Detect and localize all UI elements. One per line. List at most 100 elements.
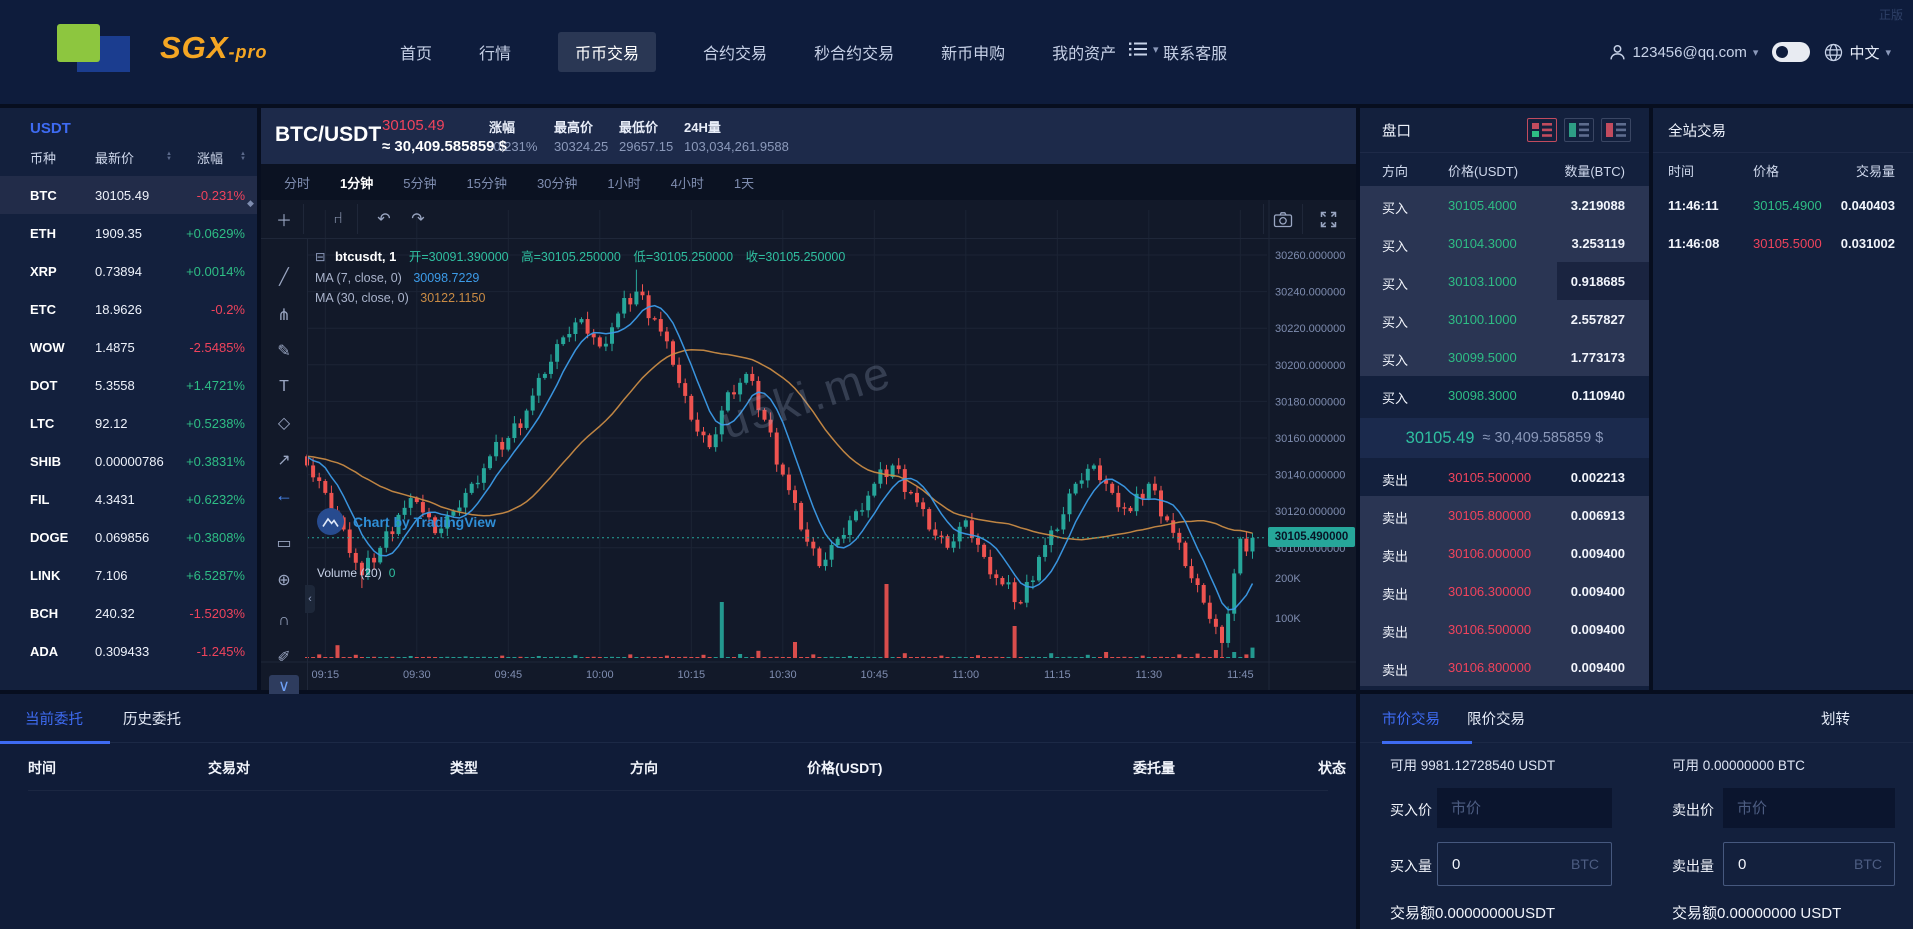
watchlist-row-doge[interactable]: DOGE 0.069856 +0.3808% — [0, 518, 257, 556]
sidebar-collapse-icon[interactable]: ◆ — [247, 198, 254, 209]
interval-time-share[interactable]: 分时 — [284, 173, 310, 192]
orderbook-bid-row[interactable]: 买入 30100.1000 2.557827 — [1360, 300, 1649, 338]
view-both-icon[interactable] — [1527, 118, 1557, 142]
tradingview-credit[interactable]: Chart by TradingView — [317, 508, 496, 535]
stat-label: 涨幅 — [489, 120, 516, 135]
watchlist-row-fil[interactable]: FIL 4.3431 +0.6232% — [0, 480, 257, 518]
orderbook-bid-row[interactable]: 买入 30099.5000 1.773173 — [1360, 338, 1649, 376]
nav-item-home[interactable]: 首页 — [400, 32, 432, 72]
orderbook-bid-row[interactable]: 买入 30104.3000 3.253119 — [1360, 224, 1649, 262]
side-label: 买入 — [1382, 201, 1409, 216]
legend-collapse-icon[interactable]: ⊟ — [315, 250, 325, 264]
watchlist-row-bch[interactable]: BCH 240.32 -1.5203% — [0, 594, 257, 632]
tab-current-orders[interactable]: 当前委托 — [25, 708, 83, 729]
side-label: 卖出 — [1382, 511, 1409, 526]
watchlist-row-etc[interactable]: ETC 18.9626 -0.2% — [0, 290, 257, 328]
sort-price-icon[interactable]: ▲ ▼ — [166, 151, 172, 162]
watchlist-row-eth[interactable]: ETH 1909.35 +0.0629% — [0, 214, 257, 252]
chart-container[interactable]: 09:15 09:30 09:45 10:00 10:15 10:30 10:45 11:00… — [261, 200, 1356, 697]
nav-item-spot[interactable]: 币币交易 — [558, 32, 657, 72]
orderbook-bid-row[interactable]: 买入 30098.3000 0.110940 — [1360, 376, 1649, 414]
language-selector[interactable]: 中文 ▾ — [1824, 42, 1891, 63]
svg-text:10:30: 10:30 — [769, 669, 797, 681]
svg-text:30260.000000: 30260.000000 — [1275, 250, 1345, 262]
orderbook-bid-row[interactable]: 买入 30103.1000 0.918685 — [1360, 262, 1649, 300]
ruler-icon[interactable]: ▭ — [261, 528, 307, 558]
watchlist-row-wow[interactable]: WOW 1.4875 -2.5485% — [0, 328, 257, 366]
nav-item-markets[interactable]: 行情 — [479, 32, 511, 72]
interval-15m[interactable]: 15分钟 — [466, 173, 506, 192]
svg-text:30140.000000: 30140.000000 — [1275, 470, 1345, 482]
watchlist-row-xrp[interactable]: XRP 0.73894 +0.0014% — [0, 252, 257, 290]
crosshair-icon[interactable]: ＋ — [265, 204, 304, 234]
stat-label: 24H量 — [684, 120, 721, 135]
interval-1h[interactable]: 1小时 — [607, 173, 640, 192]
view-asks-icon[interactable] — [1601, 118, 1631, 142]
brand-logo[interactable]: SGX-pro — [57, 24, 347, 80]
redo-icon[interactable]: ↷ — [399, 204, 437, 234]
screenshot-icon[interactable] — [1263, 204, 1303, 234]
pane-collapse-handle[interactable]: ‹ — [305, 585, 315, 613]
transfer-link[interactable]: 划转 — [1821, 708, 1850, 729]
order-qty: 0.918685 — [1570, 274, 1625, 289]
theme-toggle[interactable] — [1772, 42, 1811, 62]
side-label: 买入 — [1382, 391, 1409, 406]
nav-item-new-coin[interactable]: 新币申购 — [941, 32, 1005, 72]
undo-icon[interactable]: ↶ — [365, 204, 403, 234]
text-tool-icon[interactable]: T — [261, 372, 307, 402]
coin-change: -1.5203% — [189, 606, 245, 621]
brush-icon[interactable]: ✎ — [261, 336, 307, 366]
buy-price-label: 买入价 — [1390, 802, 1432, 818]
forecast-icon[interactable]: ↗ — [261, 445, 307, 475]
draw-lock-icon[interactable]: ✐ — [261, 642, 307, 672]
nav-item-contracts[interactable]: 合约交易 — [703, 32, 767, 72]
interval-1d[interactable]: 1天 — [734, 173, 754, 192]
orderbook-ask-row[interactable]: 卖出 30105.800000 0.006913 — [1360, 496, 1649, 534]
watchlist-row-ada[interactable]: ADA 0.309433 -1.245% — [0, 632, 257, 670]
sort-change-icon[interactable]: ▲ ▼ — [240, 151, 246, 162]
orderbook-ask-row[interactable]: 卖出 30106.500000 0.009400 — [1360, 610, 1649, 648]
tab-market-trade[interactable]: 市价交易 — [1382, 708, 1440, 729]
fullscreen-icon[interactable] — [1309, 204, 1347, 234]
coin-price: 7.106 — [95, 568, 128, 583]
tab-history-orders[interactable]: 历史委托 — [123, 708, 181, 729]
back-arrow-icon[interactable]: ← — [261, 480, 307, 510]
pitchfork-icon[interactable]: ⋔ — [261, 300, 307, 330]
coin-change: +0.3808% — [186, 530, 245, 545]
orderbook-ask-row[interactable]: 卖出 30105.500000 0.002213 — [1360, 458, 1649, 496]
view-bids-icon[interactable] — [1564, 118, 1594, 142]
watchlist-row-shib[interactable]: SHIB 0.00000786 +0.3831% — [0, 442, 257, 480]
orderbook-ask-row[interactable]: 卖出 30106.300000 0.009400 — [1360, 572, 1649, 610]
orders-col-3: 方向 — [630, 760, 658, 776]
interval-5m[interactable]: 5分钟 — [403, 173, 436, 192]
shapes-icon[interactable]: ◇ — [261, 408, 307, 438]
orderbook-ask-row[interactable]: 卖出 30106.800000 0.009400 — [1360, 648, 1649, 686]
account-menu[interactable]: 123456@qq.com ▾ — [1609, 44, 1758, 61]
legend-symbol: btcusdt, 1 — [334, 249, 397, 264]
interval-4h[interactable]: 4小时 — [671, 173, 704, 192]
more-menu-button[interactable]: ▾ — [1128, 41, 1159, 57]
watchlist-row-dot[interactable]: DOT 5.3558 +1.4721% — [0, 366, 257, 404]
sell-price-input[interactable] — [1723, 788, 1895, 828]
nav-item-second-contracts[interactable]: 秒合约交易 — [814, 32, 894, 72]
buy-price-input[interactable] — [1437, 788, 1612, 828]
order-price: 30106.000000 — [1448, 546, 1532, 561]
orderbook-ask-row[interactable]: 卖出 30106.000000 0.009400 — [1360, 534, 1649, 572]
nav-item-support[interactable]: 联系客服 — [1163, 32, 1227, 72]
watchlist-row-ltc[interactable]: LTC 92.12 +0.5238% — [0, 404, 257, 442]
trend-line-icon[interactable]: ╱ — [261, 262, 307, 292]
trades-title: 全站交易 — [1668, 124, 1726, 140]
watchlist-row-link[interactable]: LINK 7.106 +6.5287% — [0, 556, 257, 594]
nav-item-assets[interactable]: 我的资产 — [1052, 32, 1116, 72]
candle-style-icon[interactable]: ⑁ — [319, 204, 358, 234]
quote-tab-usdt[interactable]: USDT — [30, 120, 71, 137]
zoom-in-icon[interactable]: ⊕ — [261, 565, 307, 595]
trading-app: 正版 SGX-pro 首页 行情 币币交易 合约交易 秒合约交易 新币申购 我的资产 联系客服… — [0, 0, 1913, 929]
interval-30m[interactable]: 30分钟 — [537, 173, 577, 192]
watchlist-row-btc[interactable]: BTC 30105.49 -0.231% — [0, 176, 257, 214]
orderbook-bid-row[interactable]: 买入 30105.4000 3.219088 — [1360, 186, 1649, 224]
tab-limit-trade[interactable]: 限价交易 — [1467, 708, 1525, 729]
interval-1m[interactable]: 1分钟 — [340, 173, 373, 192]
magnet-icon[interactable]: ∩ — [261, 606, 307, 636]
chart-panel: ◆ BTC/USDT 30105.49 ≈ 30,409.585859 $ 涨幅… — [247, 108, 1356, 697]
